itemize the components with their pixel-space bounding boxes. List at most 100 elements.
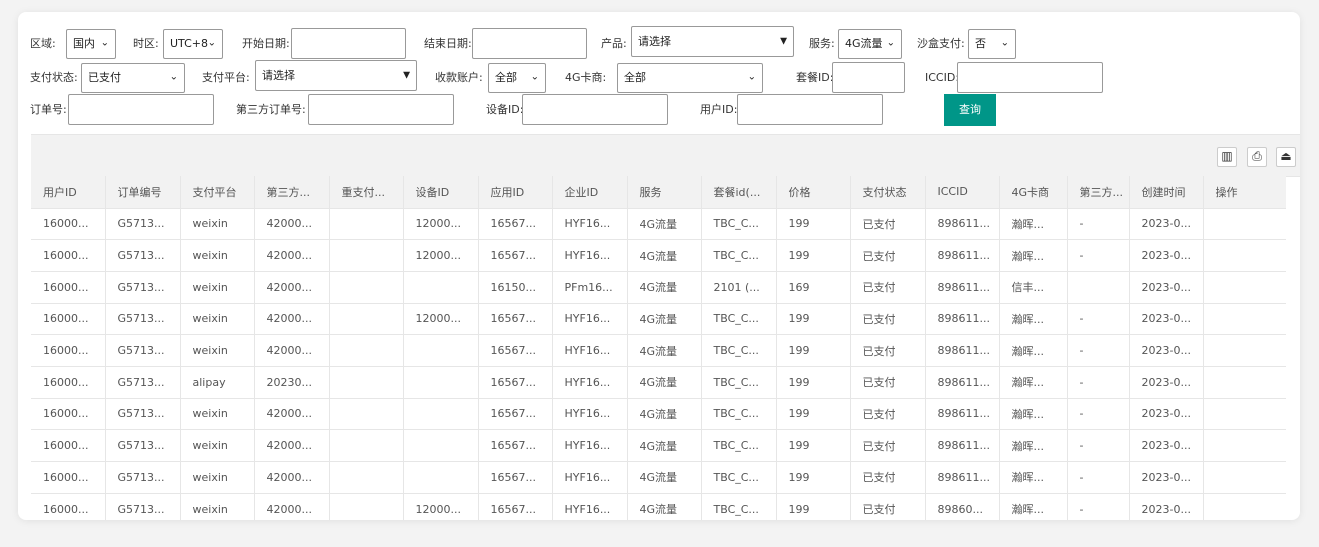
table-cell: 4G流量: [627, 303, 702, 336]
table-cell: 199: [776, 493, 851, 520]
table-row[interactable]: 16000... G5713... weixin 42000... 12000... 16…: [31, 239, 1286, 272]
column-header[interactable]: ICCID: [925, 176, 1000, 209]
table-row[interactable]: 16000... G5713... weixin 42000... 16150... PF…: [31, 271, 1286, 304]
table-row[interactable]: 16000... G5713... weixin 42000... 16567... HY…: [31, 398, 1286, 431]
table-cell: 2023-0...: [1129, 398, 1204, 431]
table-cell: weixin: [180, 239, 255, 272]
table-cell: [1203, 493, 1286, 520]
end-date-input[interactable]: [472, 28, 587, 59]
table-cell: TBC_C...: [701, 461, 777, 494]
service-label: 服务:: [809, 37, 835, 50]
end-date-label: 结束日期:: [424, 37, 472, 50]
region-select[interactable]: 国内 ⌄: [66, 29, 116, 59]
carrier-4g-select[interactable]: 全部 ⌄: [617, 63, 763, 93]
table-row[interactable]: 16000... G5713... weixin 42000... 12000... 16…: [31, 208, 1286, 241]
column-header[interactable]: 支付状态: [850, 176, 926, 209]
columns-icon[interactable]: ▥: [1217, 147, 1237, 167]
third-order-no-input[interactable]: [308, 94, 454, 125]
table-row[interactable]: 16000... G5713... weixin 42000... 16567... HY…: [31, 429, 1286, 462]
table-cell: [329, 398, 404, 431]
table-cell: 已支付: [850, 429, 926, 462]
column-header[interactable]: 第三方...: [1067, 176, 1130, 209]
device-id-input[interactable]: [522, 94, 668, 125]
product-select[interactable]: 请选择 ▼: [631, 26, 794, 57]
start-date-input[interactable]: [291, 28, 406, 59]
table-cell: 42000...: [254, 493, 330, 520]
table-cell: 瀚晖...: [999, 366, 1068, 399]
column-header[interactable]: 应用ID: [478, 176, 553, 209]
table-cell: -: [1067, 461, 1130, 494]
table-toolbar: ▥ ⎙ ⏏: [31, 134, 1300, 177]
table-cell: 898611...: [925, 334, 1000, 367]
column-header[interactable]: 设备ID: [403, 176, 479, 209]
payee-account-select[interactable]: 全部 ⌄: [488, 63, 546, 93]
table-row[interactable]: 16000... G5713... alipay 20230... 16567... HY…: [31, 366, 1286, 399]
table-cell: 898611...: [925, 398, 1000, 431]
table-cell: [329, 303, 404, 336]
table-cell: 898611...: [925, 239, 1000, 272]
table-cell: 16000...: [31, 461, 106, 494]
table-cell: HYF16...: [552, 366, 628, 399]
column-header[interactable]: 支付平台: [180, 176, 255, 209]
column-header[interactable]: 创建时间: [1129, 176, 1204, 209]
table-cell: HYF16...: [552, 208, 628, 241]
table-cell: HYF16...: [552, 334, 628, 367]
table-cell: 2023-0...: [1129, 429, 1204, 462]
pay-status-select[interactable]: 已支付 ⌄: [81, 63, 185, 93]
table-cell: TBC_C...: [701, 334, 777, 367]
table-cell: 16567...: [478, 239, 553, 272]
order-query-panel: 区域: 国内 ⌄ 时区: UTC+8 ⌄ 开始日期: 结束日期: 产品: 请选择…: [18, 12, 1300, 520]
table-cell: [1203, 398, 1286, 431]
iccid-input[interactable]: [957, 62, 1103, 93]
query-button[interactable]: 查询: [944, 94, 996, 126]
table-row[interactable]: 16000... G5713... weixin 42000... 12000... 16…: [31, 493, 1286, 520]
table-cell: [329, 334, 404, 367]
service-select[interactable]: 4G流量 ⌄: [838, 29, 902, 59]
print-icon[interactable]: ⎙: [1247, 147, 1267, 167]
table-cell: 199: [776, 429, 851, 462]
table-cell: 16567...: [478, 303, 553, 336]
timezone-label: 时区:: [133, 37, 159, 50]
column-header[interactable]: 操作: [1203, 176, 1286, 209]
column-header[interactable]: 企业ID: [552, 176, 628, 209]
table-cell: G5713...: [105, 208, 181, 241]
column-header[interactable]: 服务: [627, 176, 702, 209]
export-icon[interactable]: ⏏: [1276, 147, 1296, 167]
table-cell: 199: [776, 334, 851, 367]
timezone-select[interactable]: UTC+8 ⌄: [163, 29, 223, 59]
table-row[interactable]: 16000... G5713... weixin 42000... 12000... 16…: [31, 303, 1286, 336]
table-row[interactable]: 16000... G5713... weixin 42000... 16567... HY…: [31, 334, 1286, 367]
column-header[interactable]: 4G卡商: [999, 176, 1068, 209]
table-cell: 199: [776, 239, 851, 272]
table-cell: -: [1067, 429, 1130, 462]
user-id-input[interactable]: [737, 94, 883, 125]
column-header[interactable]: 重支付...: [329, 176, 404, 209]
table-cell: 12000...: [403, 303, 479, 336]
table-cell: 42000...: [254, 398, 330, 431]
package-id-input[interactable]: [832, 62, 905, 93]
table-cell: HYF16...: [552, 493, 628, 520]
table-cell: [403, 334, 479, 367]
table-row[interactable]: 16000... G5713... weixin 42000... 16567... HY…: [31, 461, 1286, 494]
sandbox-pay-label: 沙盒支付:: [917, 37, 965, 50]
orders-table: 用户ID 订单编号 支付平台 第三方... 重支付... 设备ID 应用ID 企业ID 服务 套餐…: [31, 176, 1286, 520]
pay-platform-label: 支付平台:: [202, 71, 250, 84]
pay-platform-select[interactable]: 请选择 ▼: [255, 60, 417, 91]
chevron-down-icon: ⌄: [747, 71, 756, 83]
table-cell: [1203, 429, 1286, 462]
order-no-input[interactable]: [68, 94, 214, 125]
sandbox-pay-select[interactable]: 否 ⌄: [968, 29, 1016, 59]
table-cell: [329, 461, 404, 494]
column-header[interactable]: 套餐id(...: [701, 176, 777, 209]
column-header[interactable]: 用户ID: [31, 176, 106, 209]
column-header[interactable]: 价格: [776, 176, 851, 209]
table-cell: 16000...: [31, 334, 106, 367]
table-cell: 2101 (...: [701, 271, 777, 304]
table-cell: 12000...: [403, 239, 479, 272]
column-header[interactable]: 订单编号: [105, 176, 181, 209]
table-cell: [1203, 461, 1286, 494]
table-cell: HYF16...: [552, 461, 628, 494]
column-header[interactable]: 第三方...: [254, 176, 330, 209]
payee-account-label: 收款账户:: [435, 71, 483, 84]
table-cell: [329, 366, 404, 399]
